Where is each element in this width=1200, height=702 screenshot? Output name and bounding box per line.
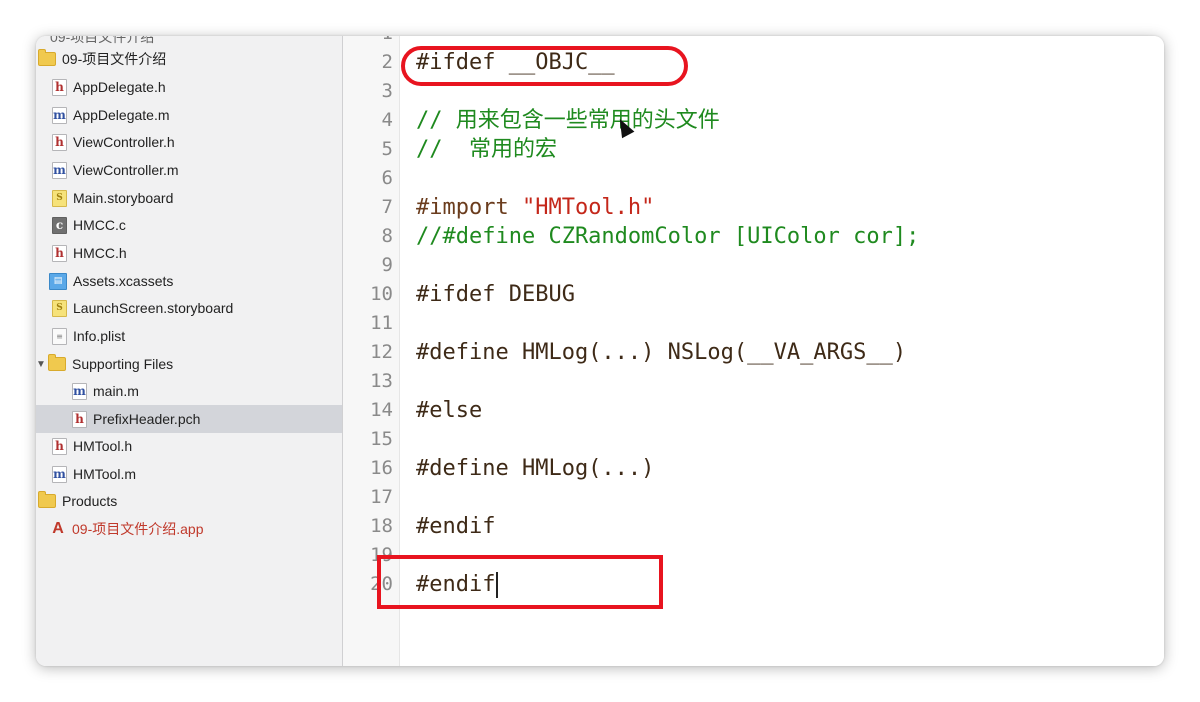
navigator-item-info-plist[interactable]: ≡ Info.plist (36, 323, 342, 349)
navigator-item-label: 09-项目文件介绍 (62, 51, 167, 67)
navigator-item-label: Main.storyboard (73, 190, 174, 206)
annotation-highlight-endif (377, 555, 663, 609)
m-file-icon: m (52, 465, 67, 483)
navigator-item-label: Supporting Files (72, 356, 174, 372)
navigator-item-prefixheader-pch[interactable]: h PrefixHeader.pch (36, 405, 342, 433)
navigator-item-launchscreen[interactable]: S LaunchScreen.storyboard (36, 295, 342, 321)
code-comment-line[interactable]: //#define CZRandomColor [UIColor cor]; (416, 222, 919, 251)
navigator-item-label: AppDelegate.h (73, 79, 166, 95)
code-line[interactable]: #define HMLog(...) (416, 454, 654, 483)
navigator-item-viewcontroller-m[interactable]: m ViewController.m (36, 157, 342, 183)
code-line-import[interactable]: #import "HMTool.h" (416, 193, 654, 222)
folder-icon (38, 49, 56, 66)
line-number: 9 (381, 254, 393, 276)
navigator-item-label: LaunchScreen.storyboard (73, 300, 234, 316)
assets-catalog-icon: ▤ (49, 272, 67, 290)
code-line[interactable]: #ifdef DEBUG (416, 280, 575, 309)
h-file-icon: h (52, 133, 67, 151)
navigator-item-label: Info.plist (73, 328, 126, 344)
navigator-item-label: main.m (93, 383, 139, 399)
navigator-item-label: HMCC.c (73, 217, 126, 233)
h-file-icon: h (72, 410, 87, 428)
navigator-item-app-product[interactable]: A 09-项目文件介绍.app (36, 516, 342, 542)
navigator-item-viewcontroller-h[interactable]: h ViewController.h (36, 129, 342, 155)
folder-icon (48, 354, 66, 371)
c-file-icon: c (52, 216, 67, 234)
line-number: 5 (381, 138, 393, 160)
code-comment-line[interactable]: // 用来包含一些常用的头文件 (416, 106, 720, 135)
navigator-item-supporting-files[interactable]: ▼ Supporting Files (36, 351, 342, 377)
line-number: 12 (370, 341, 393, 363)
disclosure-triangle-icon[interactable]: ▼ (36, 359, 46, 370)
navigator-item-hmcc-c[interactable]: c HMCC.c (36, 212, 342, 238)
navigator-item-main-storyboard[interactable]: S Main.storyboard (36, 185, 342, 211)
line-number: 6 (381, 167, 393, 189)
code-line[interactable]: #else (416, 396, 482, 425)
m-file-icon: m (52, 161, 67, 179)
import-directive: #import (416, 195, 509, 220)
line-number: 11 (370, 312, 393, 334)
h-file-icon: h (52, 78, 67, 96)
line-number: 16 (370, 457, 393, 479)
navigator-item-hmcc-h[interactable]: h HMCC.h (36, 240, 342, 266)
m-file-icon: m (52, 106, 67, 124)
navigator-item-appdelegate-h[interactable]: h AppDelegate.h (36, 74, 342, 100)
code-line[interactable]: #endif (416, 512, 495, 541)
navigator-item-assets[interactable]: ▤ Assets.xcassets (36, 268, 342, 294)
h-file-icon: h (52, 437, 67, 455)
line-number: 17 (370, 486, 393, 508)
annotation-highlight-ifdef-objc (401, 46, 688, 86)
code-line[interactable]: #define HMLog(...) NSLog(__VA_ARGS__) (416, 338, 906, 367)
folder-icon (38, 491, 56, 508)
line-number: 18 (370, 515, 393, 537)
line-number: 10 (370, 283, 393, 305)
import-string: "HMTool.h" (508, 195, 655, 220)
navigator-item-hmtool-m[interactable]: m HMTool.m (36, 461, 342, 487)
line-number: 7 (381, 196, 393, 218)
app-product-icon: A (52, 520, 64, 537)
plist-file-icon: ≡ (52, 327, 67, 345)
line-number: 1 (343, 36, 393, 48)
navigator-item-label: HMTool.h (73, 438, 133, 454)
navigator-item-label: ViewController.m (73, 162, 179, 178)
m-file-icon: m (72, 382, 87, 400)
storyboard-file-icon: S (52, 189, 67, 207)
navigator-item-label: 09-项目文件介绍.app (72, 521, 204, 537)
line-number: 2 (381, 51, 393, 73)
storyboard-file-icon: S (52, 299, 67, 317)
line-number: 14 (370, 399, 393, 421)
line-number: 13 (370, 370, 393, 392)
navigator-item-hmtool-h[interactable]: h HMTool.h (36, 433, 342, 459)
navigator-item-label: PrefixHeader.pch (93, 411, 201, 427)
navigator-item-label: ViewController.h (73, 134, 175, 150)
line-number: 15 (370, 428, 393, 450)
h-file-icon: h (52, 244, 67, 262)
navigator-item-main-m[interactable]: m main.m (36, 378, 342, 404)
navigator-item-appdelegate-m[interactable]: m AppDelegate.m (36, 102, 342, 128)
navigator-item-label: HMCC.h (73, 245, 127, 261)
xcode-window: 09-项目文件介绍 09-项目文件介绍 h AppDelegate.h m Ap… (36, 36, 1164, 666)
navigator-item-products[interactable]: Products (36, 488, 342, 514)
line-number: 4 (381, 109, 393, 131)
project-navigator[interactable]: 09-项目文件介绍 09-项目文件介绍 h AppDelegate.h m Ap… (36, 36, 343, 666)
navigator-item-label: Products (62, 493, 118, 509)
line-number: 8 (381, 225, 393, 247)
navigator-item-label: HMTool.m (73, 466, 137, 482)
navigator-item-label: AppDelegate.m (73, 107, 170, 123)
line-number: 3 (381, 80, 393, 102)
code-comment-line[interactable]: // 常用的宏 (416, 135, 557, 164)
navigator-item-label: Assets.xcassets (73, 273, 174, 289)
navigator-item-project-group[interactable]: 09-项目文件介绍 (36, 46, 342, 72)
